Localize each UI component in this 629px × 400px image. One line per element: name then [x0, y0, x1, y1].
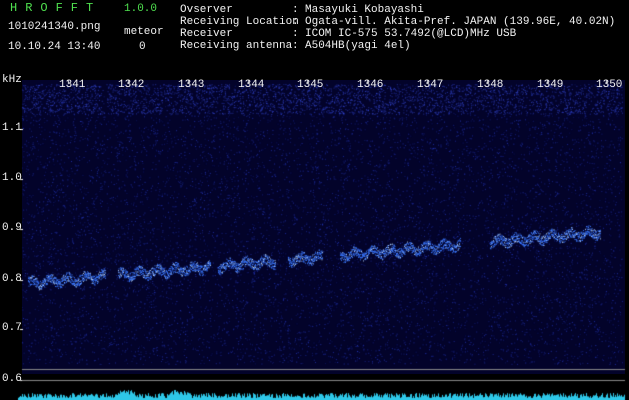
x-tick-label: 1345: [297, 79, 324, 91]
x-tick-label: 1347: [417, 79, 444, 91]
x-tick-label: 1350: [596, 79, 623, 91]
antenna-separator: :: [292, 40, 299, 52]
observer-value: Masayuki Kobayashi: [305, 4, 424, 16]
x-tick-label: 1346: [357, 79, 384, 91]
y-tick-label: 0.9: [2, 222, 22, 234]
receiver-label: Receiver: [180, 28, 233, 40]
x-tick-label: 1341: [59, 79, 86, 91]
observer-label: Ovserver: [180, 4, 233, 16]
app-version: 1.0.0: [124, 3, 158, 15]
datetime: 10.10.24 13:40: [8, 41, 101, 53]
meteor-count: 0: [139, 41, 146, 53]
y-tick-label: 0.6: [2, 373, 22, 385]
location-label: Receiving Location: [180, 16, 299, 28]
observer-separator: :: [292, 4, 299, 16]
y-tick-label: 1.1: [2, 122, 22, 134]
hrofft-window: HROFFT 1.0.0 1010241340.png 10.10.24 13:…: [0, 0, 629, 400]
y-axis-unit: kHz: [2, 74, 22, 86]
y-tick-label: 0.8: [2, 273, 22, 285]
receiver-value: ICOM IC-575 53.7492(@LCD)MHz USB: [305, 28, 517, 40]
antenna-value: A504HB(yagi 4el): [305, 40, 411, 52]
app-title: HROFFT: [10, 1, 102, 15]
location-value: Ogata-vill. Akita-Pref. JAPAN (139.96E, …: [305, 16, 616, 28]
receiver-separator: :: [292, 28, 299, 40]
x-tick-label: 1344: [238, 79, 265, 91]
antenna-label: Receiving antenna: [180, 40, 293, 52]
location-separator: :: [292, 16, 299, 28]
x-tick-label: 1343: [178, 79, 205, 91]
file-name: 1010241340.png: [8, 21, 101, 33]
y-tick-label: 0.7: [2, 322, 22, 334]
x-tick-label: 1349: [537, 79, 564, 91]
x-tick-label: 1342: [118, 79, 145, 91]
x-tick-label: 1348: [477, 79, 504, 91]
spectrogram-canvas: [0, 74, 629, 400]
y-tick-label: 1.0: [2, 172, 22, 184]
meteor-label: meteor: [124, 26, 164, 38]
